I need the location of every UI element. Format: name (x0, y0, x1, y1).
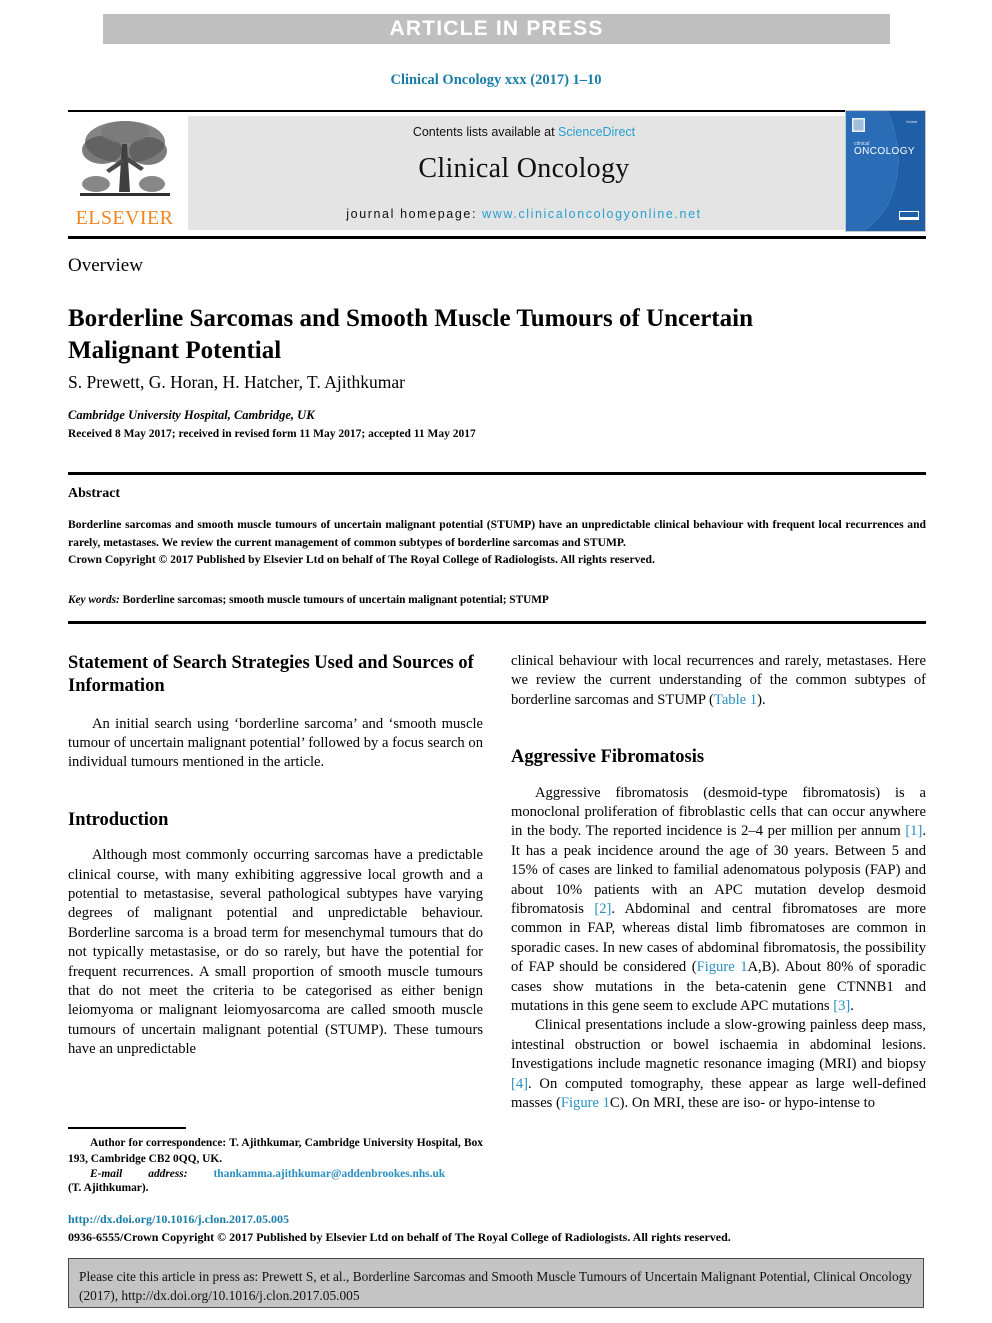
contents-lists-line: Contents lists available at ScienceDirec… (188, 116, 860, 139)
svg-text:Volume: Volume (906, 120, 917, 124)
email-label: E-mail (90, 1167, 123, 1180)
running-head-citation: Clinical Oncology xxx (2017) 1–10 (390, 72, 602, 88)
journal-homepage-label: journal homepage: (346, 207, 483, 221)
elsevier-wordmark: ELSEVIER (75, 207, 174, 229)
reference-link-3[interactable]: [3] (833, 998, 850, 1014)
figure-1-crossref-link-a[interactable]: Figure 1 (697, 959, 748, 975)
journal-title: Clinical Oncology (418, 153, 630, 184)
masthead-top-rule (68, 110, 859, 112)
abstract-heading: Abstract (68, 486, 121, 501)
article-type-label: Overview (68, 255, 143, 276)
masthead-center-panel: Contents lists available at ScienceDirec… (188, 116, 860, 230)
figure-1-crossref-link-c[interactable]: Figure 1 (561, 1095, 610, 1111)
email-row: E-mail address: thankamma.ajithkumar@add… (68, 1168, 483, 1180)
correspondence-text: Author for correspondence: T. Ajithkumar… (68, 1136, 483, 1166)
fib-p2-part-a: Clinical presentations include a slow-gr… (511, 1017, 926, 1073)
fib-p1-part-e: . (850, 997, 854, 1014)
cite-this-article-text: Please cite this article in press as: Pr… (79, 1269, 913, 1304)
journal-masthead: ELSEVIER Contents lists available at Sci… (68, 110, 926, 239)
section-heading-search-strategies: Statement of Search Strategies Used and … (68, 653, 474, 697)
page-title: Borderline Sarcomas and Smooth Muscle Tu… (68, 304, 753, 364)
keywords-label: Key words: (68, 594, 120, 606)
doi-link[interactable]: http://dx.doi.org/10.1016/j.clon.2017.05… (68, 1212, 289, 1227)
paragraph-search-strategies: An initial search using ‘borderline sarc… (68, 715, 483, 771)
reference-link-4[interactable]: [4] (511, 1076, 528, 1092)
affiliation: Cambridge University Hospital, Cambridge… (68, 408, 315, 422)
abstract-bottom-rule (68, 621, 926, 624)
email-address-label: address: (148, 1167, 188, 1180)
abstract-copyright: Crown Copyright © 2017 Published by Else… (68, 553, 655, 566)
email-owner: (T. Ajithkumar). (68, 1181, 149, 1194)
elsevier-logo: ELSEVIER (72, 118, 177, 230)
journal-cover-art: Volume clinical ONCOLOGY The Royal Colle… (846, 111, 925, 231)
email-link[interactable]: thankamma.ajithkumar@addenbrookes.nhs.uk (214, 1168, 446, 1180)
issn-copyright-line: 0936-6555/Crown Copyright © 2017 Publish… (68, 1230, 731, 1244)
paragraph-fibromatosis-1: Aggressive fibromatosis (desmoid-type fi… (511, 784, 926, 1017)
fib-p1-part-a: Aggressive fibromatosis (desmoid-type fi… (511, 784, 926, 840)
fib-p2-part-c: C). On MRI, these are iso- or hypo-inten… (609, 1095, 875, 1112)
abstract-top-rule (68, 472, 926, 475)
author-list: S. Prewett, G. Horan, H. Hatcher, T. Aji… (68, 372, 405, 392)
article-in-press-label: ARTICLE IN PRESS (389, 17, 604, 40)
reference-link-1[interactable]: [1] (905, 823, 922, 839)
sciencedirect-link[interactable]: ScienceDirect (558, 125, 635, 139)
correspondence-footnote: Author for correspondence: T. Ajithkumar… (68, 1127, 483, 1196)
journal-homepage-line: journal homepage: www.clinicaloncologyon… (188, 207, 860, 221)
table-1-crossref-link[interactable]: Table 1 (714, 692, 757, 708)
svg-text:The Royal College of Radiologi: The Royal College of Radiologists (900, 221, 925, 225)
elsevier-tree-icon (80, 121, 170, 196)
reference-link-2[interactable]: [2] (594, 901, 611, 917)
keywords-value: Borderline sarcomas; smooth muscle tumou… (119, 594, 549, 606)
footnote-divider (68, 1127, 186, 1129)
journal-cover-thumbnail: Volume clinical ONCOLOGY The Royal Colle… (845, 110, 926, 232)
body-column-left: Statement of Search Strategies Used and … (68, 652, 483, 1060)
journal-homepage-link[interactable]: www.clinicaloncologyonline.net (482, 207, 702, 221)
paragraph-fibromatosis-2: Clinical presentations include a slow-gr… (511, 1016, 926, 1113)
body-column-right: clinical behaviour with local recurrence… (511, 652, 926, 1113)
article-in-press-banner: ARTICLE IN PRESS (103, 14, 890, 44)
intro-continuation-tail: ). (757, 691, 766, 708)
contents-lists-prefix: Contents lists available at (412, 125, 559, 139)
svg-text:ONCOLOGY: ONCOLOGY (854, 146, 915, 157)
paragraph-introduction-continued: clinical behaviour with local recurrence… (511, 652, 926, 710)
section-heading-aggressive-fibromatosis: Aggressive Fibromatosis (511, 747, 705, 768)
article-history: Received 8 May 2017; received in revised… (68, 428, 476, 440)
paragraph-introduction: Although most commonly occurring sarcoma… (68, 847, 483, 1058)
masthead-bottom-rule (68, 236, 926, 239)
cite-this-article-box: Please cite this article in press as: Pr… (68, 1258, 924, 1308)
keywords: Key words: Borderline sarcomas; smooth m… (68, 594, 926, 606)
abstract-body: Borderline sarcomas and smooth muscle tu… (68, 518, 926, 549)
section-heading-introduction: Introduction (68, 809, 169, 830)
